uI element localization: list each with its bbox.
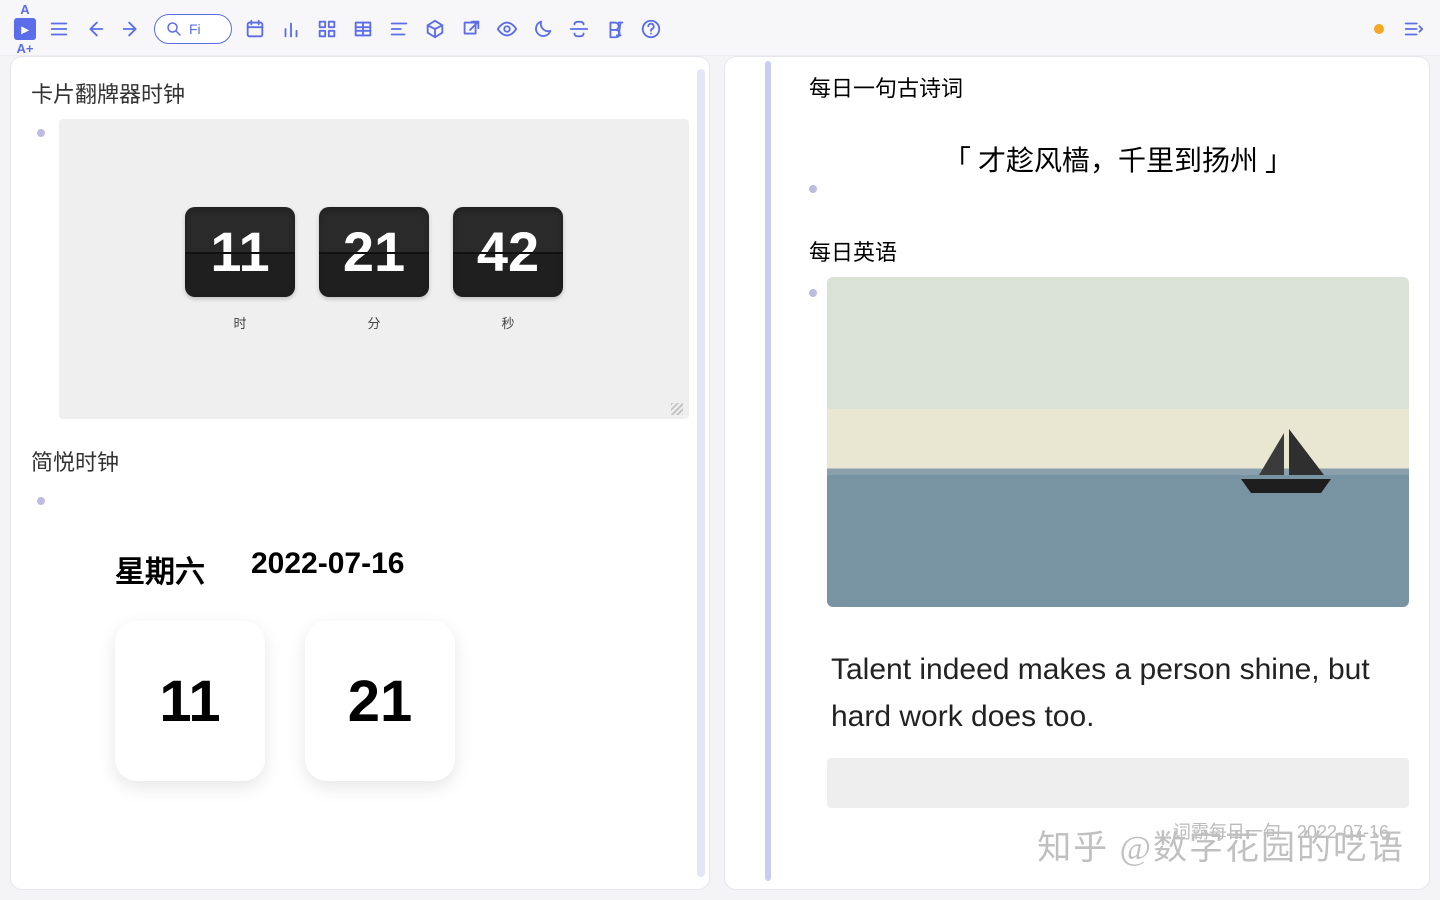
nav-back-icon[interactable] [82, 16, 108, 42]
strike-icon[interactable] [566, 16, 592, 42]
table-icon[interactable] [350, 16, 376, 42]
simple-clock-embed: 星期六 2022-07-16 11 21 [87, 513, 455, 781]
simple-clock-minutes: 21 [305, 621, 455, 781]
bold-italic-icon[interactable] [602, 16, 628, 42]
font-sizer[interactable]: A ▸ A+ [14, 3, 36, 55]
bullet-icon[interactable] [37, 129, 45, 137]
moon-icon[interactable] [530, 16, 556, 42]
simple-clock-heading: 简悦时钟 [31, 445, 689, 477]
menu-icon[interactable] [46, 16, 72, 42]
calendar-icon[interactable] [242, 16, 268, 42]
app-logo-icon: ▸ [14, 18, 36, 40]
search-pill[interactable] [154, 14, 232, 44]
flip-seconds: 42 [453, 207, 563, 297]
top-toolbar: A ▸ A+ [0, 0, 1440, 56]
daily-poem-heading: 每日一句古诗词 [809, 71, 1409, 103]
nav-forward-icon[interactable] [118, 16, 144, 42]
flip-minutes: 21 [319, 207, 429, 297]
bullet-icon[interactable] [809, 185, 817, 193]
flip-clock-heading: 卡片翻牌器时钟 [31, 77, 689, 109]
right-panel: 每日一句古诗词 「 才趁风樯，千里到扬州 」 每日英语 [724, 56, 1430, 890]
font-decrease-label: A [20, 3, 29, 16]
cube-icon[interactable] [422, 16, 448, 42]
collapse-sidebar-icon[interactable] [1400, 16, 1426, 42]
search-input[interactable] [189, 21, 221, 37]
flip-hours: 11 [185, 207, 295, 297]
bullet-icon[interactable] [37, 497, 45, 505]
help-icon[interactable] [638, 16, 664, 42]
quote-translation-placeholder [827, 758, 1409, 808]
workspace: 卡片翻牌器时钟 11 21 42 时 分 秒 简悦时钟 [0, 56, 1440, 900]
left-scrollbar[interactable] [697, 69, 705, 877]
flip-label-seconds: 秒 [453, 313, 563, 332]
daily-english-heading: 每日英语 [809, 235, 1409, 267]
embed-resize-handle[interactable] [671, 403, 683, 415]
font-increase-label: A+ [17, 42, 34, 55]
sailboat-icon [1229, 427, 1339, 507]
thread-line [765, 61, 771, 881]
flip-label-hours: 时 [185, 313, 295, 332]
align-left-icon[interactable] [386, 16, 412, 42]
search-icon [165, 20, 183, 38]
eye-icon[interactable] [494, 16, 520, 42]
simple-clock-date: 2022-07-16 [251, 547, 404, 591]
external-link-icon[interactable] [458, 16, 484, 42]
simple-clock-hours: 11 [115, 621, 265, 781]
simple-clock-weekday: 星期六 [115, 547, 205, 591]
bullet-icon[interactable] [809, 289, 817, 297]
daily-poem-text: 「 才趁风樯，千里到扬州 」 [827, 139, 1409, 179]
daily-english-image [827, 277, 1409, 607]
sync-status-indicator [1374, 24, 1384, 34]
daily-english-quote: Talent indeed makes a person shine, but … [831, 647, 1405, 740]
flip-label-minutes: 分 [319, 313, 429, 332]
grid-icon[interactable] [314, 16, 340, 42]
bar-chart-icon[interactable] [278, 16, 304, 42]
left-panel: 卡片翻牌器时钟 11 21 42 时 分 秒 简悦时钟 [10, 56, 710, 890]
flip-clock-embed: 11 21 42 时 分 秒 [59, 119, 689, 419]
daily-english-footer: 词霸每日一句 · 2022-07-16 [827, 818, 1389, 844]
